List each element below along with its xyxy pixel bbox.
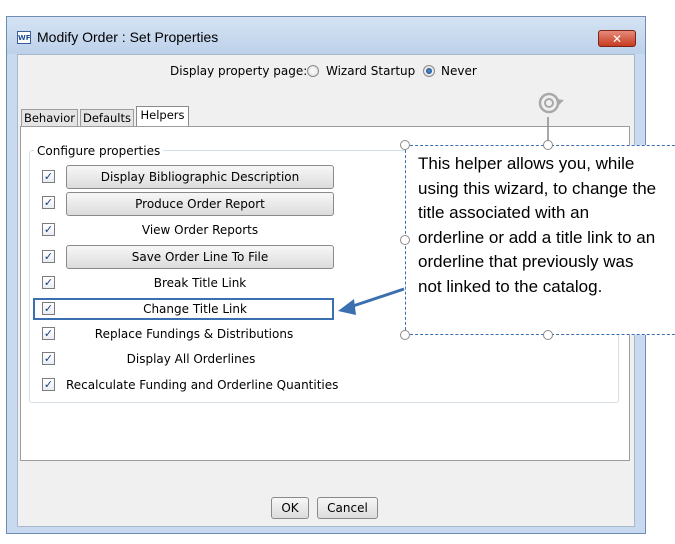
resize-handle[interactable] (400, 140, 410, 150)
callout-line: not linked to the catalog. (418, 276, 603, 296)
resize-handle[interactable] (400, 235, 410, 245)
radio-wizard-startup-label[interactable]: Wizard Startup (326, 64, 415, 78)
checkbox-save-order-line-to-file[interactable]: ✓ (42, 250, 55, 263)
check-icon: ✓ (43, 327, 54, 340)
resize-handle[interactable] (543, 140, 553, 150)
rotate-icon[interactable] (536, 90, 568, 116)
close-button[interactable]: ✕ (598, 30, 636, 47)
checkbox-recalculate-funding[interactable]: ✓ (42, 378, 55, 391)
produce-order-report-button[interactable]: Produce Order Report (66, 192, 334, 216)
app-icon: WF (17, 31, 31, 44)
checkbox-view-order-reports[interactable]: ✓ (42, 223, 55, 236)
tab-helpers[interactable]: Helpers (136, 106, 189, 127)
recalculate-funding-label: Recalculate Funding and Orderline Quanti… (66, 378, 339, 392)
checkbox-display-bibliographic-description[interactable]: ✓ (42, 170, 55, 183)
check-icon: ✓ (43, 250, 54, 263)
display-property-page-label: Display property page: (170, 64, 308, 78)
callout-text: This helper allows you, while using this… (418, 152, 675, 300)
tab-defaults[interactable]: Defaults (80, 109, 134, 127)
change-title-link-highlight (33, 298, 334, 320)
checkbox-display-all-orderlines[interactable]: ✓ (42, 352, 55, 365)
callout-line: This helper allows you, while (418, 154, 635, 173)
display-all-orderlines-label: Display All Orderlines (126, 352, 256, 366)
display-bibliographic-description-button[interactable]: Display Bibliographic Description (66, 165, 334, 189)
cancel-button[interactable]: Cancel (317, 497, 378, 519)
check-icon: ✓ (43, 223, 54, 236)
view-order-reports-label: View Order Reports (141, 223, 259, 237)
callout-line: title associated with an (418, 203, 590, 223)
check-icon: ✓ (43, 196, 54, 209)
close-icon: ✕ (611, 32, 623, 46)
checkbox-produce-order-report[interactable]: ✓ (42, 196, 55, 209)
callout-line: orderline or add a title link to an (418, 227, 656, 247)
ok-button[interactable]: OK (271, 497, 309, 519)
radio-wizard-startup[interactable] (307, 65, 319, 77)
window-title: Modify Order : Set Properties (37, 29, 219, 45)
configure-properties-label: Configure properties (34, 144, 164, 158)
tab-behavior[interactable]: Behavior (21, 109, 78, 127)
checkbox-replace-fundings-distributions[interactable]: ✓ (42, 327, 55, 340)
checkbox-break-title-link[interactable]: ✓ (42, 276, 55, 289)
callout-line: using this wizard, to change the (418, 178, 657, 198)
break-title-link-label: Break Title Link (153, 276, 247, 290)
save-order-line-to-file-button[interactable]: Save Order Line To File (66, 245, 334, 269)
check-icon: ✓ (43, 352, 54, 365)
radio-never[interactable] (423, 65, 435, 77)
callout-line: orderline that previously was (418, 252, 634, 272)
radio-never-label[interactable]: Never (441, 64, 477, 78)
replace-fundings-distributions-label: Replace Fundings & Distributions (94, 327, 294, 341)
check-icon: ✓ (43, 170, 54, 183)
check-icon: ✓ (43, 378, 54, 391)
resize-handle[interactable] (543, 330, 553, 340)
resize-handle[interactable] (400, 330, 410, 340)
check-icon: ✓ (43, 276, 54, 289)
